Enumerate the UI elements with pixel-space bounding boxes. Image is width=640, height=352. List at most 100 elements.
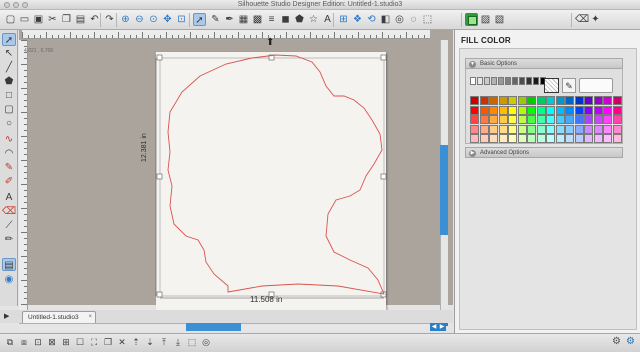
bring-front-icon[interactable]: ⤒ bbox=[158, 336, 170, 348]
color-swatch[interactable] bbox=[498, 124, 508, 134]
bring-forward-icon[interactable]: ⇡ bbox=[130, 336, 142, 348]
color-swatch[interactable] bbox=[470, 96, 479, 105]
color-swatch[interactable] bbox=[498, 134, 508, 143]
color-swatch[interactable] bbox=[584, 134, 593, 143]
scroll-right-arrow-icon[interactable]: ▶ bbox=[438, 323, 446, 331]
advanced-options-header[interactable]: ▶ Advanced Options bbox=[465, 147, 623, 158]
send-backward-icon[interactable]: ⇣ bbox=[144, 336, 156, 348]
color-swatch[interactable] bbox=[612, 96, 622, 105]
color-swatch[interactable] bbox=[517, 105, 527, 115]
close-tab-icon[interactable]: × bbox=[88, 312, 92, 323]
color-swatch[interactable] bbox=[489, 124, 498, 134]
vertical-scroll-thumb[interactable] bbox=[440, 145, 448, 235]
color-swatch[interactable] bbox=[470, 115, 479, 124]
color-swatch[interactable] bbox=[536, 96, 546, 105]
color-swatch[interactable] bbox=[612, 124, 622, 134]
group-icon[interactable]: ⧉ bbox=[4, 336, 16, 348]
color-swatch[interactable] bbox=[498, 115, 508, 124]
color-swatch[interactable] bbox=[546, 134, 555, 143]
gray-swatch[interactable] bbox=[533, 77, 539, 85]
color-swatch[interactable] bbox=[508, 96, 517, 105]
color-swatch[interactable] bbox=[527, 115, 536, 124]
color-swatch[interactable] bbox=[489, 96, 498, 105]
color-swatch[interactable] bbox=[603, 105, 612, 115]
color-swatch[interactable] bbox=[508, 134, 517, 143]
color-swatch[interactable] bbox=[555, 134, 565, 143]
ungroup-icon[interactable]: ⧈ bbox=[18, 336, 30, 348]
color-swatch[interactable] bbox=[508, 124, 517, 134]
gray-swatch[interactable] bbox=[505, 77, 511, 85]
offset-bottom-icon[interactable]: ◎ bbox=[200, 336, 212, 348]
color-swatch[interactable] bbox=[565, 96, 574, 105]
color-swatch[interactable] bbox=[536, 134, 546, 143]
color-swatch[interactable] bbox=[470, 134, 479, 143]
color-swatch[interactable] bbox=[536, 124, 546, 134]
color-swatch[interactable] bbox=[603, 134, 612, 143]
color-swatch[interactable] bbox=[584, 96, 593, 105]
gray-swatch[interactable] bbox=[519, 77, 525, 85]
color-swatch[interactable] bbox=[546, 96, 555, 105]
color-swatch[interactable] bbox=[593, 134, 603, 143]
gray-swatch[interactable] bbox=[484, 77, 490, 85]
color-swatch[interactable] bbox=[555, 96, 565, 105]
color-swatch[interactable] bbox=[593, 115, 603, 124]
release-point-icon[interactable]: ⊞ bbox=[60, 336, 72, 348]
color-swatch[interactable] bbox=[612, 105, 622, 115]
deselect-icon[interactable]: ⛶ bbox=[88, 336, 100, 348]
gray-swatch[interactable] bbox=[470, 77, 476, 85]
color-swatch[interactable] bbox=[517, 134, 527, 143]
color-swatch[interactable] bbox=[555, 105, 565, 115]
settings-icon[interactable]: ⚙ bbox=[612, 336, 621, 347]
color-swatch[interactable] bbox=[517, 124, 527, 134]
color-swatch[interactable] bbox=[536, 115, 546, 124]
basic-options-header[interactable]: ▼ Basic Options bbox=[465, 58, 623, 69]
color-swatch[interactable] bbox=[555, 115, 565, 124]
delete-icon[interactable]: ✕ bbox=[116, 336, 128, 348]
color-swatch[interactable] bbox=[612, 115, 622, 124]
color-swatch[interactable] bbox=[498, 96, 508, 105]
release-compound-icon[interactable]: ⊠ bbox=[46, 336, 58, 348]
color-swatch[interactable] bbox=[479, 134, 489, 143]
color-swatch[interactable] bbox=[489, 134, 498, 143]
color-swatch[interactable] bbox=[574, 134, 584, 143]
color-swatch[interactable] bbox=[584, 105, 593, 115]
color-swatch[interactable] bbox=[612, 134, 622, 143]
color-swatch[interactable] bbox=[489, 115, 498, 124]
color-swatch[interactable] bbox=[508, 115, 517, 124]
color-swatch[interactable] bbox=[593, 124, 603, 134]
color-swatch[interactable] bbox=[593, 96, 603, 105]
gray-swatch[interactable] bbox=[477, 77, 483, 85]
gray-swatch[interactable] bbox=[526, 77, 532, 85]
horizontal-scroll-thumb[interactable] bbox=[186, 323, 241, 331]
duplicate-icon[interactable]: ❐ bbox=[102, 336, 114, 348]
color-swatch[interactable] bbox=[479, 115, 489, 124]
color-swatch[interactable] bbox=[574, 115, 584, 124]
color-swatch[interactable] bbox=[603, 115, 612, 124]
send-back-icon[interactable]: ⤓ bbox=[172, 336, 184, 348]
custom-color-box[interactable] bbox=[579, 78, 613, 93]
color-swatch[interactable] bbox=[517, 96, 527, 105]
color-swatch[interactable] bbox=[489, 105, 498, 115]
weld-icon[interactable]: ⬚ bbox=[186, 336, 198, 348]
preferences-icon[interactable]: ⚙ bbox=[626, 336, 635, 347]
color-swatch[interactable] bbox=[593, 105, 603, 115]
color-swatch[interactable] bbox=[546, 124, 555, 134]
color-swatch[interactable] bbox=[517, 115, 527, 124]
compound-path-icon[interactable]: ⊡ bbox=[32, 336, 44, 348]
color-swatch[interactable] bbox=[574, 105, 584, 115]
color-swatch[interactable] bbox=[536, 105, 546, 115]
color-swatch[interactable] bbox=[527, 124, 536, 134]
color-swatch[interactable] bbox=[479, 124, 489, 134]
color-swatch[interactable] bbox=[574, 96, 584, 105]
color-swatch[interactable] bbox=[565, 134, 574, 143]
color-swatch[interactable] bbox=[565, 124, 574, 134]
color-swatch[interactable] bbox=[584, 115, 593, 124]
color-swatch[interactable] bbox=[565, 105, 574, 115]
color-swatch[interactable] bbox=[527, 134, 536, 143]
scroll-left-arrow-icon[interactable]: ◀ bbox=[430, 323, 438, 331]
gray-swatch[interactable] bbox=[498, 77, 504, 85]
color-swatch[interactable] bbox=[546, 115, 555, 124]
color-swatch[interactable] bbox=[603, 96, 612, 105]
color-swatch[interactable] bbox=[574, 124, 584, 134]
select-all-icon[interactable]: ☐ bbox=[74, 336, 86, 348]
